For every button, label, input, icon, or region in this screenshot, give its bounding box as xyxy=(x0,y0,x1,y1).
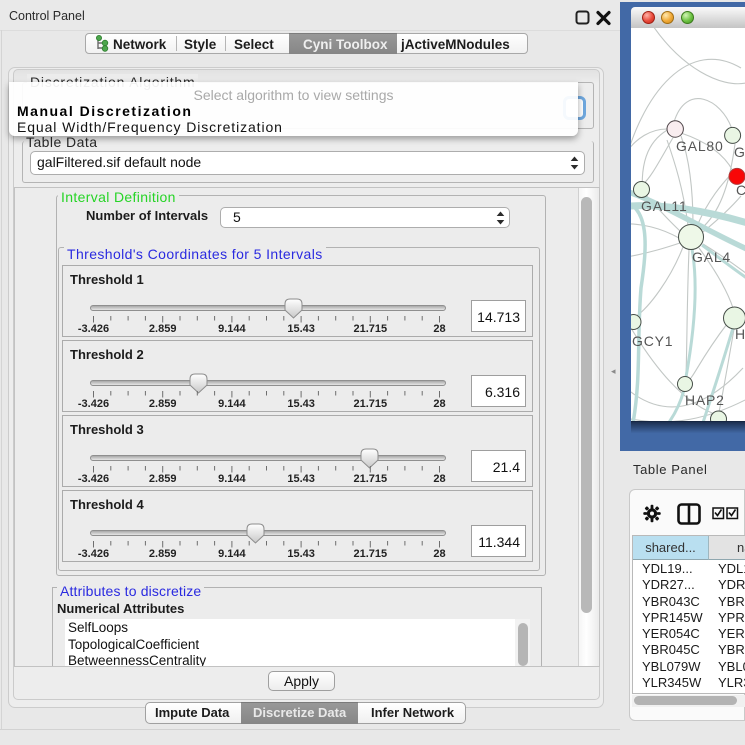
svg-text:GCY1: GCY1 xyxy=(632,333,673,349)
svg-text:HAP2: HAP2 xyxy=(685,392,725,408)
svg-text:GAL80: GAL80 xyxy=(676,138,724,154)
svg-text:H: H xyxy=(735,326,745,342)
svg-text:C: C xyxy=(736,182,745,198)
svg-text:GA: GA xyxy=(734,144,745,160)
svg-text:GAL4: GAL4 xyxy=(692,249,731,265)
svg-text:GAL11: GAL11 xyxy=(641,198,688,214)
